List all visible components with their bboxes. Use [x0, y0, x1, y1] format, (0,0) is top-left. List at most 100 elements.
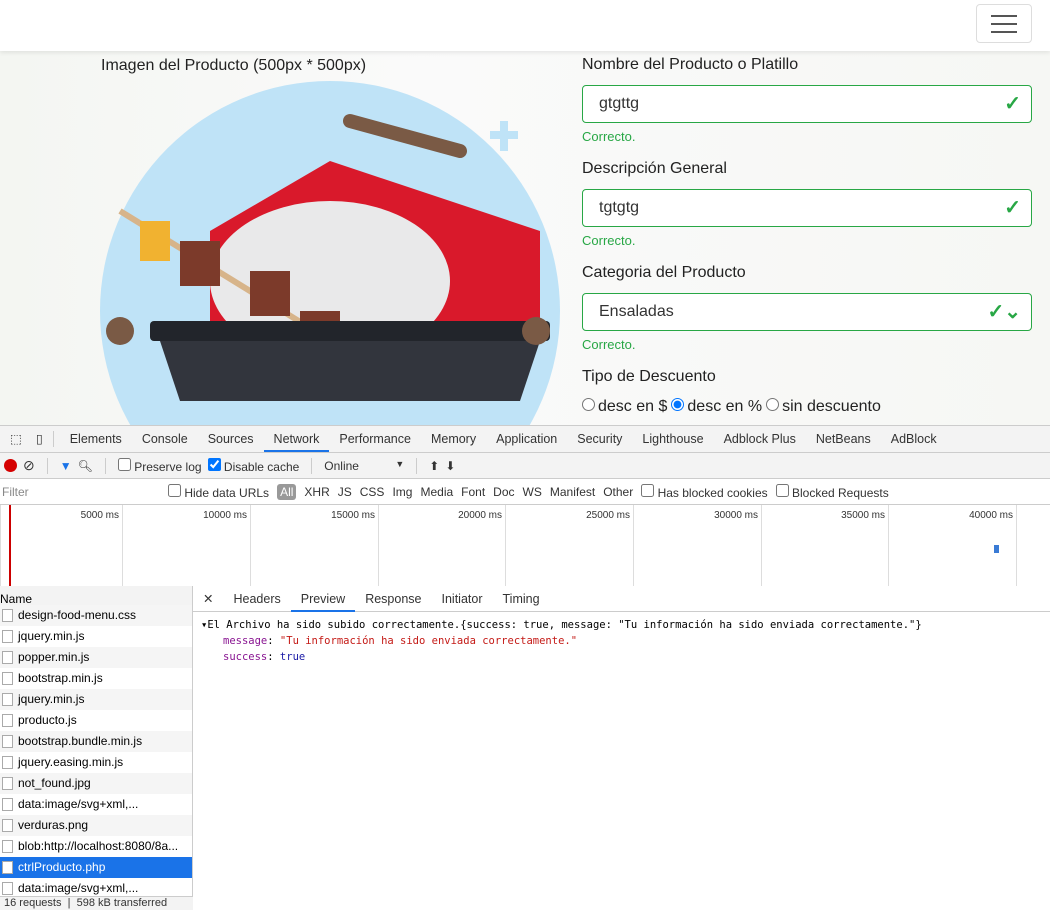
clear-icon[interactable]: ⊘ [23, 457, 35, 474]
throttle-value: Online [324, 458, 359, 473]
property-value: true [279, 651, 306, 663]
filter-media[interactable]: Media [420, 485, 453, 499]
product-image[interactable] [100, 81, 560, 425]
tab-console[interactable]: Console [132, 426, 198, 452]
disable-cache-checkbox[interactable]: Disable cache [207, 457, 300, 474]
filter-js[interactable]: JS [338, 485, 352, 499]
category-valid-text: Correcto. [582, 337, 636, 352]
request-row[interactable]: jquery.easing.min.js [0, 752, 192, 773]
request-row[interactable]: bootstrap.bundle.min.js [0, 731, 192, 752]
tab-application[interactable]: Application [486, 426, 567, 452]
blocked-requests-checkbox[interactable]: Blocked Requests [775, 483, 889, 500]
filter-doc[interactable]: Doc [493, 485, 514, 499]
import-har-icon[interactable]: ⬆ [429, 459, 439, 473]
hide-data-urls-checkbox[interactable]: Hide data URLs [168, 483, 269, 500]
filter-font[interactable]: Font [461, 485, 485, 499]
request-row[interactable]: design-food-menu.css [0, 605, 192, 626]
record-icon[interactable] [4, 459, 17, 472]
preserve-log-label: Preserve log [134, 459, 202, 474]
preserve-log-checkbox[interactable]: Preserve log [117, 457, 202, 474]
request-row[interactable]: producto.js [0, 710, 192, 731]
devtools-tabs: ⬚ ▯ Elements Console Sources Network Per… [0, 426, 1050, 453]
property-value: "Tu información ha sido enviada correcta… [279, 635, 578, 647]
tab-timing[interactable]: Timing [493, 586, 550, 612]
dropdown-icon: ▼ [395, 458, 405, 469]
discount-radio-group: desc en $ desc en % sin descuento [582, 398, 1032, 416]
tab-memory[interactable]: Memory [421, 426, 486, 452]
request-row[interactable]: blob:http://localhost:8080/8a... [0, 836, 192, 857]
filter-css[interactable]: CSS [360, 485, 385, 499]
filter-all[interactable]: All [277, 483, 297, 500]
tick-label: 40000 ms [969, 510, 1013, 521]
tab-netbeans[interactable]: NetBeans [806, 426, 881, 452]
request-row[interactable]: verduras.png [0, 815, 192, 836]
export-har-icon[interactable]: ⬇ [445, 459, 455, 473]
request-row[interactable]: jquery.min.js [0, 626, 192, 647]
filter-input[interactable]: Filter [0, 481, 160, 502]
request-row[interactable]: not_found.jpg [0, 773, 192, 794]
check-chevron-icon: ✓⌄ [987, 301, 1021, 323]
product-form: Nombre del Producto o Platillo gtgttg ✓ C… [582, 51, 1032, 416]
tab-security[interactable]: Security [567, 426, 632, 452]
close-icon[interactable]: ✕ [193, 586, 223, 612]
discount-radio-none[interactable]: sin descuento [766, 398, 881, 416]
tab-headers[interactable]: Headers [223, 586, 290, 612]
tab-sources[interactable]: Sources [198, 426, 264, 452]
hamburger-menu-button[interactable] [976, 4, 1032, 43]
request-name: data:image/svg+xml,... [18, 797, 139, 811]
tab-adblock-plus[interactable]: Adblock Plus [714, 426, 806, 452]
tab-elements[interactable]: Elements [60, 426, 132, 452]
name-input[interactable]: gtgttg ✓ [582, 85, 1032, 123]
disable-cache-label: Disable cache [223, 459, 300, 474]
tab-response[interactable]: Response [355, 586, 431, 612]
search-icon[interactable]: 🔍︎ [78, 459, 93, 473]
success-property: success: true [223, 651, 306, 663]
filter-manifest[interactable]: Manifest [550, 485, 595, 499]
image-label: Imagen del Producto (500px * 500px) [101, 57, 367, 74]
filter-xhr[interactable]: XHR [304, 485, 329, 499]
description-input[interactable]: tgtgtg ✓ [582, 189, 1032, 227]
file-icon [2, 861, 13, 874]
device-toolbar-icon[interactable]: ▯ [32, 426, 47, 452]
file-icon [2, 777, 13, 790]
network-timeline[interactable]: 5000 ms 10000 ms 15000 ms 20000 ms 25000… [0, 505, 1050, 587]
throttle-select[interactable]: Online ▼ [324, 459, 404, 473]
tick-label: 30000 ms [714, 510, 758, 521]
category-select[interactable]: Ensaladas ✓⌄ [582, 293, 1032, 331]
tab-performance[interactable]: Performance [329, 426, 421, 452]
description-valid-text: Correcto. [582, 233, 636, 248]
filter-ws[interactable]: WS [523, 485, 542, 499]
request-row[interactable]: ctrlProducto.php [0, 857, 192, 878]
request-row[interactable]: popper.min.js [0, 647, 192, 668]
filter-other[interactable]: Other [603, 485, 633, 499]
request-name: data:image/svg+xml,... [18, 881, 139, 895]
request-name: bootstrap.min.js [18, 671, 103, 685]
radio-label: desc en % [687, 398, 763, 415]
discount-radio-amount[interactable]: desc en $ [582, 398, 667, 416]
request-row[interactable]: jquery.min.js [0, 689, 192, 710]
filter-icon[interactable]: ▼ [60, 459, 72, 473]
property-key: success [223, 651, 268, 663]
request-name: verduras.png [18, 818, 89, 832]
tab-network[interactable]: Network [263, 426, 330, 452]
blocked-cookies-checkbox[interactable]: Has blocked cookies [641, 483, 768, 500]
filter-img[interactable]: Img [392, 485, 412, 499]
tab-adblock[interactable]: AdBlock [881, 426, 947, 452]
tab-lighthouse[interactable]: Lighthouse [632, 426, 713, 452]
tab-initiator[interactable]: Initiator [432, 586, 493, 612]
discount-radio-percent[interactable]: desc en % [671, 398, 762, 416]
file-icon [2, 756, 13, 769]
request-row[interactable]: data:image/svg+xml,... [0, 794, 192, 815]
request-name: popper.min.js [18, 650, 90, 664]
tab-preview[interactable]: Preview [290, 586, 356, 612]
preview-summary[interactable]: ▾El Archivo ha sido subido correctamente… [201, 617, 1042, 633]
transferred-size: 598 kB transferred [76, 897, 168, 909]
detail-tabs: ✕ Headers Preview Response Initiator Tim… [193, 586, 1050, 612]
file-icon [2, 693, 13, 706]
request-row[interactable]: bootstrap.min.js [0, 668, 192, 689]
tick-label: 15000 ms [331, 510, 375, 521]
filter-bar: Filter Hide data URLs All XHR JS CSS Img… [0, 479, 1050, 505]
property-key: message [223, 635, 268, 647]
request-name: design-food-menu.css [18, 608, 137, 622]
inspect-element-icon[interactable]: ⬚ [0, 426, 32, 452]
